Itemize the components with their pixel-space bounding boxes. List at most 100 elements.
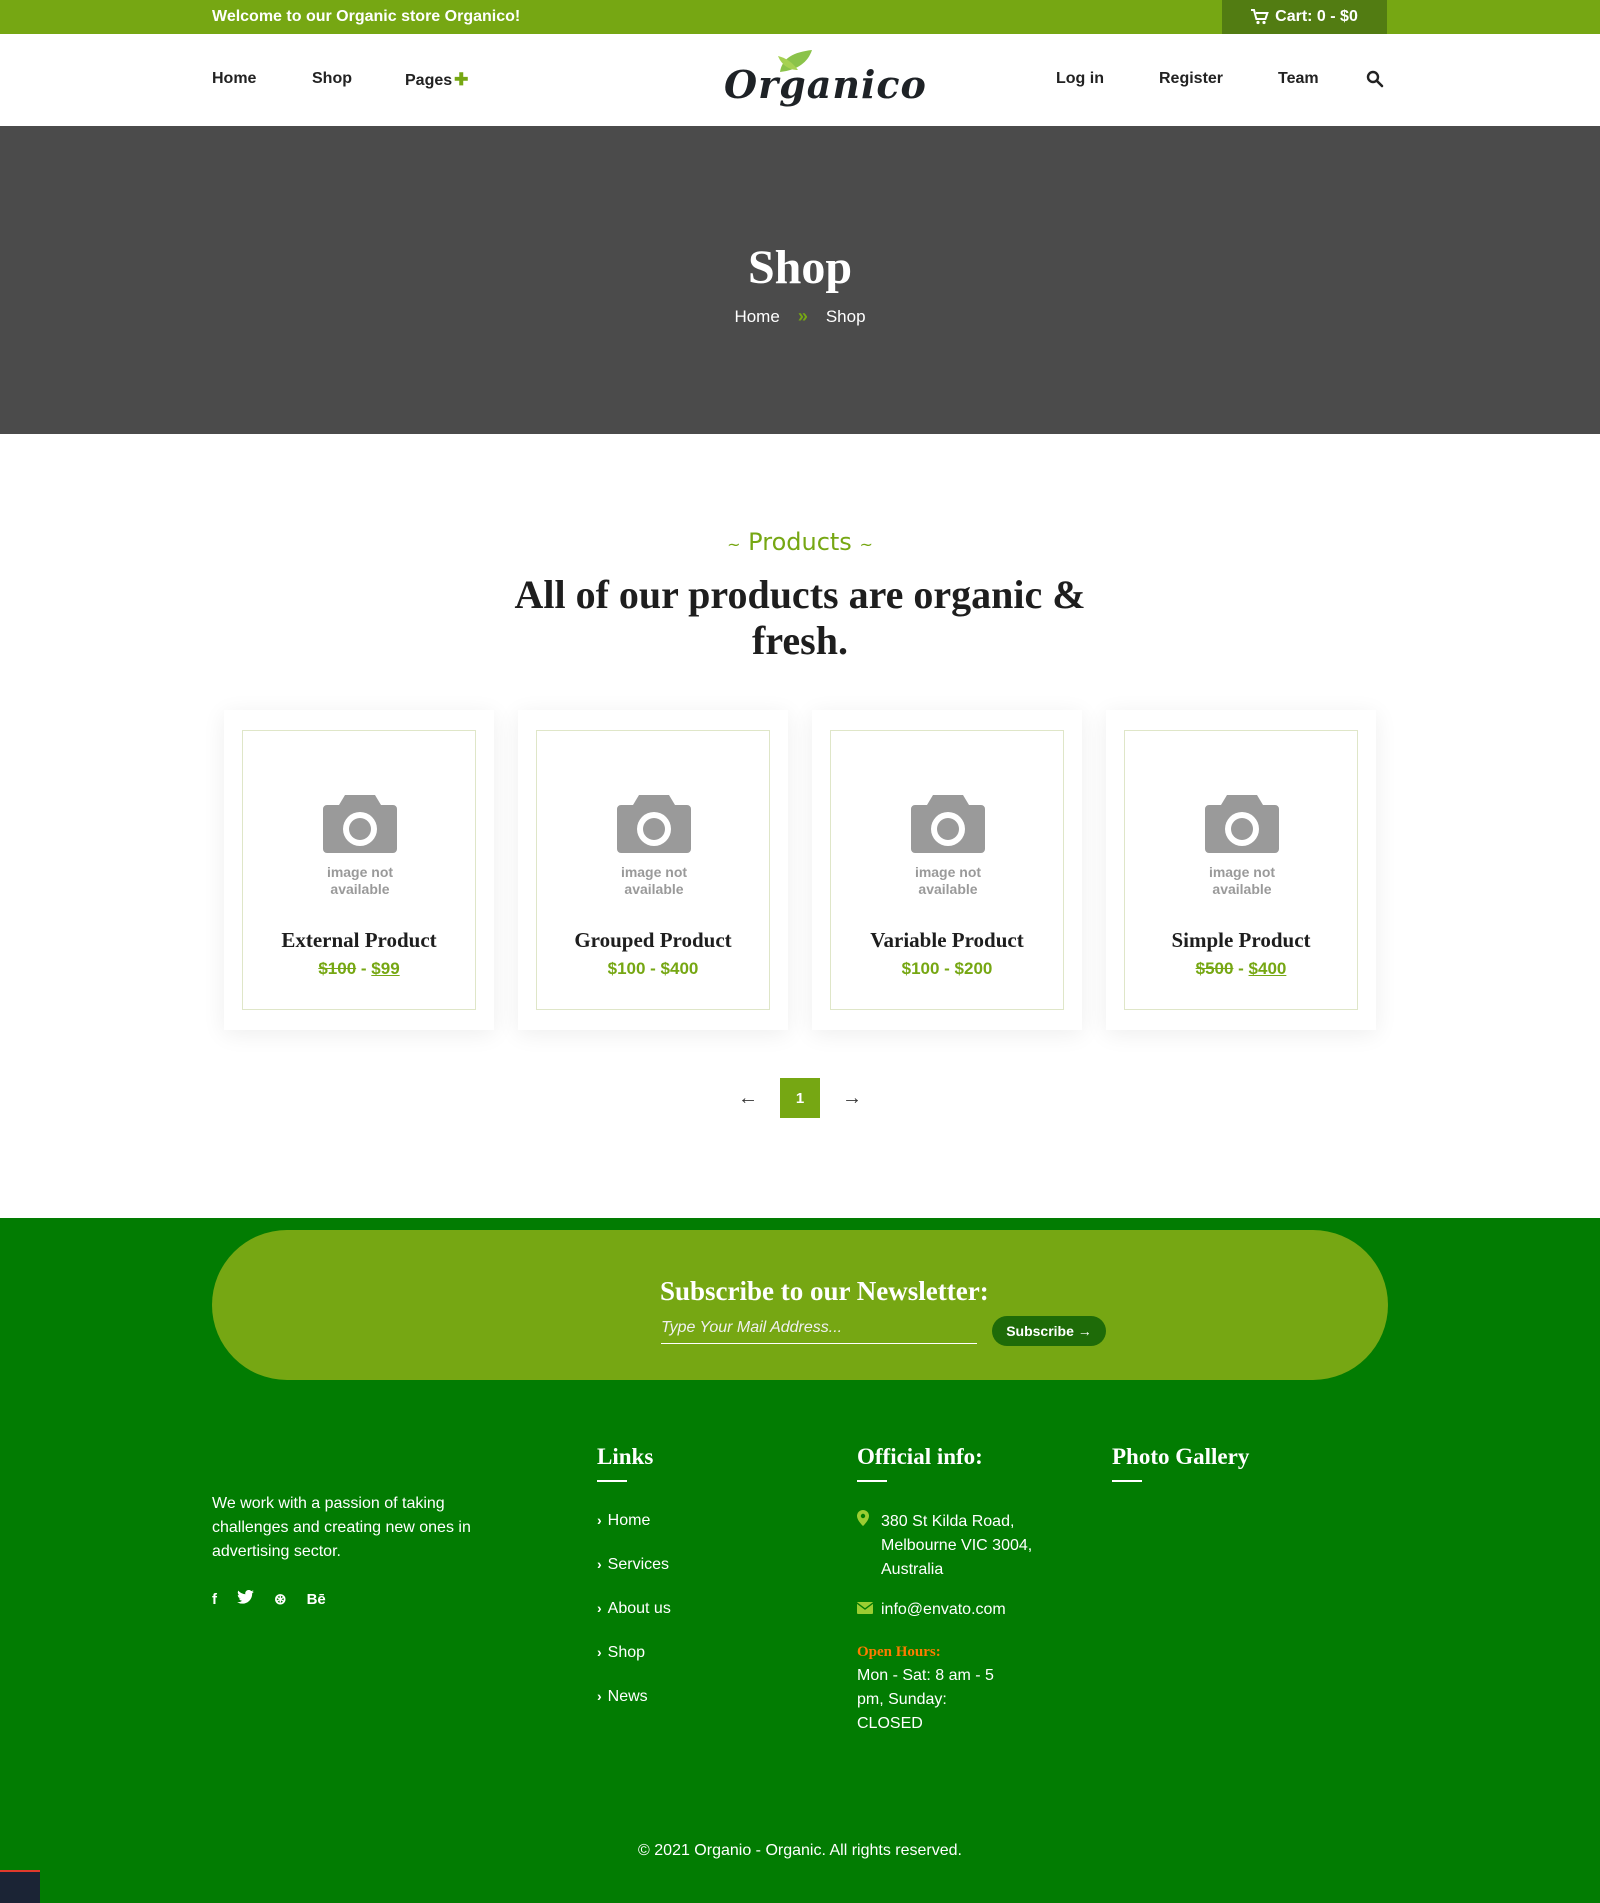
dribbble-icon[interactable]: ⊛ [274,1590,287,1608]
site-footer: Subscribe to our Newsletter: Subscribe →… [0,1218,1600,1903]
nav-shop[interactable]: Shop [312,70,352,88]
product-price: $500 - $400 [1195,959,1287,978]
product-card[interactable]: image not available External Product $10… [224,710,494,1030]
copyright-text: © 2021 Organio - Organic. All rights res… [638,1842,962,1859]
image-not-available-text: image not available [914,864,982,897]
nav-team[interactable]: Team [1278,70,1319,88]
camera-icon [911,795,985,853]
product-name[interactable]: External Product [243,928,475,953]
official-info: 380 St Kilda Road, Melbourne VIC 3004, A… [856,1510,1057,1736]
product-card-inner: image not available Variable Product $10… [830,730,1064,1010]
section-subtitle-text: Products [748,528,852,556]
cart-button[interactable]: Cart: 0 - $0 [1222,0,1387,34]
footer-link-home[interactable]: › Home [597,1512,671,1556]
newsletter-title: Subscribe to our Newsletter: [660,1276,989,1306]
chevron-right-icon: › [597,1644,602,1660]
product-card[interactable]: image not available Simple Product $500 … [1106,710,1376,1030]
product-card[interactable]: image not available Variable Product $10… [812,710,1082,1030]
prev-page-button[interactable]: ← [728,1078,768,1118]
chevron-right-icon: › [597,1556,602,1572]
debug-bar-icon[interactable] [0,1870,40,1903]
footer-about-text: We work with a passion of taking challen… [212,1495,471,1560]
email-text[interactable]: info@envato.com [881,1598,1006,1622]
page-banner: Shop Home » Shop [0,126,1600,434]
product-name[interactable]: Simple Product [1125,928,1357,953]
camera-icon [323,795,397,853]
nav-home[interactable]: Home [212,70,256,88]
main-header: Home Shop Pages ✚ Organico Log in Registe… [0,34,1600,126]
footer-link-about[interactable]: › About us [597,1600,671,1644]
footer-link-label: Shop [607,1644,646,1661]
cart-icon [1251,9,1269,25]
image-not-available-text: image not available [326,864,394,897]
email-row[interactable]: info@envato.com [856,1598,1057,1622]
product-price: $100 - $99 [318,959,400,978]
behance-icon[interactable]: Bē [307,1591,326,1608]
page-title: Shop [747,241,853,294]
chevron-right-icon: › [597,1600,602,1616]
envelope-icon [856,1598,874,1622]
product-image-placeholder[interactable]: image not available [898,791,998,901]
product-image-placeholder[interactable]: image not available [1192,791,1292,901]
nav-register[interactable]: Register [1159,70,1223,88]
product-image-placeholder[interactable]: image not available [310,791,410,901]
nav-pages-label: Pages [405,72,453,89]
footer-links-list: › Home › Services › About us › Shop › News [597,1512,671,1732]
double-chevron-icon: » [797,306,808,326]
footer-link-label: News [607,1688,648,1705]
address-row: 380 St Kilda Road, Melbourne VIC 3004, A… [857,1510,1057,1582]
social-links: f ⊛ Bē [212,1589,326,1608]
breadcrumb: Home » Shop [0,306,1600,327]
section-subtitle: ~ Products ~ [0,528,1600,556]
old-price: $500 [1195,959,1234,978]
plus-icon: ✚ [454,70,469,89]
footer-link-label: Services [607,1556,670,1573]
cart-label: Cart: 0 - $0 [1275,8,1358,25]
photo-gallery-heading: Photo Gallery [1112,1444,1250,1482]
newsletter-box: Subscribe to our Newsletter: Subscribe → [212,1230,1388,1380]
section-title: All of our products are organic & fresh. [514,572,1086,663]
official-info-heading: Official info: [857,1444,983,1482]
tilde-right: ~ [859,535,873,554]
nav-pages[interactable]: Pages ✚ [405,70,468,90]
footer-link-services[interactable]: › Services [597,1556,671,1600]
product-card[interactable]: image not available Grouped Product $100… [518,710,788,1030]
site-logo[interactable]: Organico [722,48,926,112]
newsletter-email-input[interactable] [661,1312,977,1344]
old-price: $100 [318,959,357,978]
welcome-text: Welcome to our Organic store Organico! [212,8,521,25]
image-not-available-text: image not available [620,864,688,897]
camera-icon [617,795,691,853]
camera-icon [1205,795,1279,853]
open-hours-title: Open Hours: [857,1644,941,1660]
sale-price: $99 [371,959,400,978]
search-icon[interactable] [1366,70,1384,88]
sale-price: $400 [1248,959,1287,978]
product-price: $100 - $200 [901,959,993,978]
product-image-placeholder[interactable]: image not available [604,791,704,901]
address-text: 380 St Kilda Road, Melbourne VIC 3004, A… [881,1513,1033,1578]
product-name[interactable]: Variable Product [831,928,1063,953]
links-heading: Links [597,1444,654,1482]
nav-login[interactable]: Log in [1056,70,1104,88]
chevron-right-icon: › [597,1688,602,1704]
twitter-icon[interactable] [237,1589,254,1608]
product-card-inner: image not available Grouped Product $100… [536,730,770,1010]
subscribe-button[interactable]: Subscribe → [992,1316,1106,1346]
product-card-inner: image not available Simple Product $500 … [1124,730,1358,1010]
next-page-button[interactable]: → [832,1078,872,1118]
product-name[interactable]: Grouped Product [537,928,769,953]
chevron-right-icon: › [597,1512,602,1528]
footer-link-label: About us [607,1600,671,1617]
footer-link-shop[interactable]: › Shop [597,1644,671,1688]
footer-link-label: Home [607,1512,651,1529]
image-not-available-text: image not available [1208,864,1276,897]
page-1-button[interactable]: 1 [780,1078,820,1118]
facebook-icon[interactable]: f [212,1591,217,1608]
footer-link-news[interactable]: › News [597,1688,671,1732]
product-price: $100 - $400 [607,959,699,978]
breadcrumb-home[interactable]: Home [734,307,779,327]
breadcrumb-current: Shop [825,306,866,326]
map-marker-icon [857,1510,871,1582]
pagination: ← 1 → [0,1078,1600,1118]
